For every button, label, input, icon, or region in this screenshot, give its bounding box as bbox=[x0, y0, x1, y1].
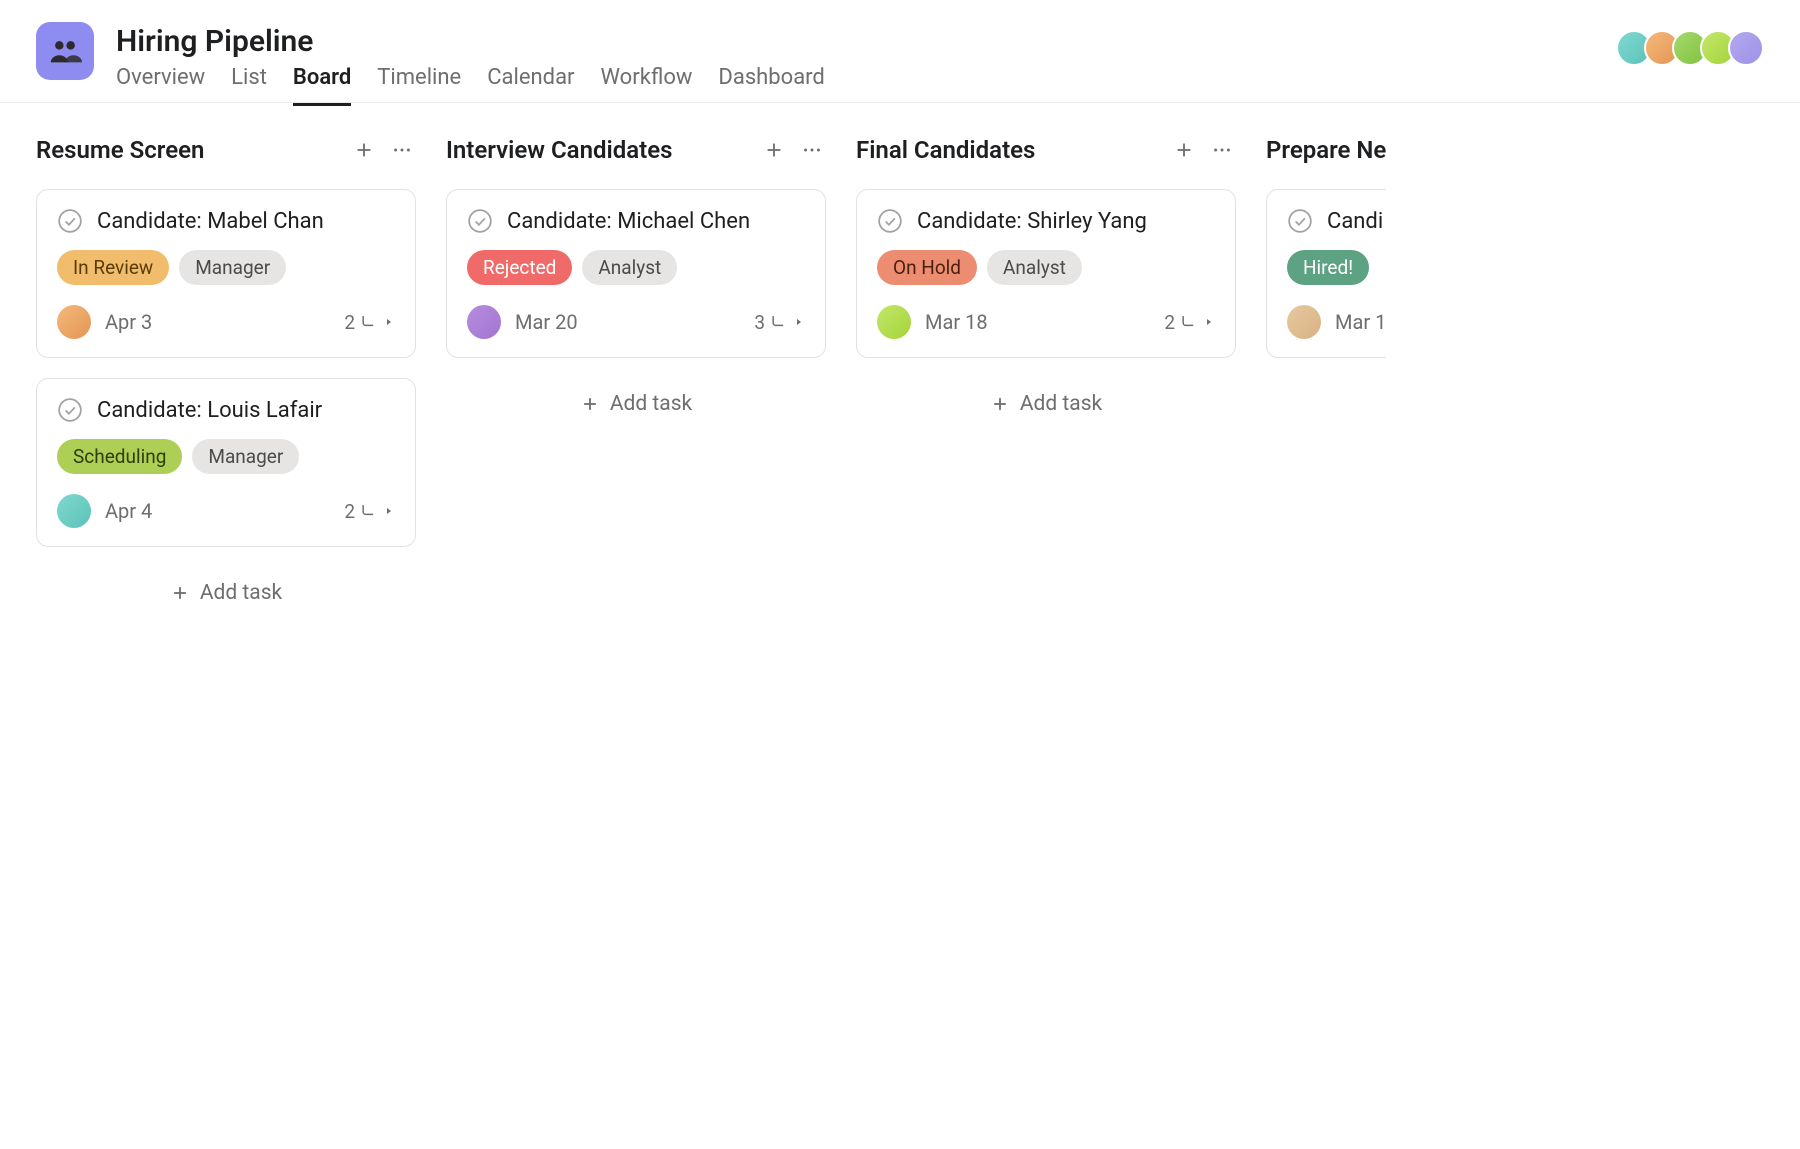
card-footer: Apr 4 2 bbox=[57, 494, 395, 528]
card-title: Candi bbox=[1327, 209, 1383, 234]
header-main: Hiring Pipeline Overview List Board Time… bbox=[116, 22, 825, 106]
assignee-avatar[interactable] bbox=[1287, 305, 1321, 339]
task-card[interactable]: Candidate: Shirley Yang On Hold Analyst … bbox=[856, 189, 1236, 358]
role-tag[interactable]: Manager bbox=[179, 250, 286, 285]
due-date: Mar 1 bbox=[1335, 310, 1386, 334]
subtask-count: 2 bbox=[1164, 311, 1175, 334]
subtask-count: 3 bbox=[754, 311, 765, 334]
add-task-label: Add task bbox=[1020, 392, 1102, 416]
card-tags: In Review Manager bbox=[57, 250, 395, 285]
task-card[interactable]: Candi Hired! Mar 1 bbox=[1266, 189, 1386, 358]
card-title-row: Candidate: Mabel Chan bbox=[57, 208, 395, 234]
tab-list[interactable]: List bbox=[231, 65, 267, 106]
add-task-button[interactable]: Add task bbox=[856, 378, 1236, 430]
card-title-row: Candi bbox=[1287, 208, 1386, 234]
column-more-icon[interactable] bbox=[388, 136, 416, 164]
add-task-label: Add task bbox=[200, 581, 282, 605]
add-card-icon[interactable] bbox=[760, 136, 788, 164]
tabs: Overview List Board Timeline Calendar Wo… bbox=[116, 65, 825, 106]
members-avatar-row[interactable] bbox=[1624, 30, 1764, 66]
card-tags: Hired! bbox=[1287, 250, 1386, 285]
add-task-button[interactable]: Add task bbox=[36, 567, 416, 619]
card-footer: Mar 20 3 bbox=[467, 305, 805, 339]
tab-overview[interactable]: Overview bbox=[116, 65, 205, 106]
due-date: Apr 4 bbox=[105, 499, 344, 523]
column-more-icon[interactable] bbox=[798, 136, 826, 164]
subtask-indicator[interactable]: 2 bbox=[344, 500, 395, 523]
column-header: Interview Candidates bbox=[446, 133, 826, 167]
role-tag[interactable]: Analyst bbox=[582, 250, 677, 285]
tab-dashboard[interactable]: Dashboard bbox=[718, 65, 824, 106]
assignee-avatar[interactable] bbox=[57, 494, 91, 528]
column-resume-screen: Resume Screen Candidate: Mabel Chan In R… bbox=[36, 133, 416, 1119]
role-tag[interactable]: Manager bbox=[192, 439, 299, 474]
subtask-count: 2 bbox=[344, 500, 355, 523]
due-date: Mar 18 bbox=[925, 310, 1164, 334]
status-tag[interactable]: Scheduling bbox=[57, 439, 182, 474]
column-header: Final Candidates bbox=[856, 133, 1236, 167]
card-title-row: Candidate: Shirley Yang bbox=[877, 208, 1215, 234]
task-card[interactable]: Candidate: Louis Lafair Scheduling Manag… bbox=[36, 378, 416, 547]
subtask-count: 2 bbox=[344, 311, 355, 334]
card-title: Candidate: Mabel Chan bbox=[97, 209, 324, 234]
card-title-row: Candidate: Louis Lafair bbox=[57, 397, 395, 423]
status-tag[interactable]: Hired! bbox=[1287, 250, 1369, 285]
tab-board[interactable]: Board bbox=[293, 65, 351, 106]
tab-calendar[interactable]: Calendar bbox=[487, 65, 574, 106]
complete-check-icon[interactable] bbox=[57, 397, 83, 423]
card-title: Candidate: Shirley Yang bbox=[917, 209, 1147, 234]
column-prepare-next: Prepare Ne Candi Hired! Mar 1 bbox=[1266, 133, 1386, 1119]
column-interview-candidates: Interview Candidates Candidate: Michael … bbox=[446, 133, 826, 1119]
complete-check-icon[interactable] bbox=[57, 208, 83, 234]
column-title: Resume Screen bbox=[36, 136, 340, 164]
add-card-icon[interactable] bbox=[1170, 136, 1198, 164]
assignee-avatar[interactable] bbox=[57, 305, 91, 339]
add-task-button[interactable]: Add task bbox=[446, 378, 826, 430]
status-tag[interactable]: Rejected bbox=[467, 250, 572, 285]
project-header: Hiring Pipeline Overview List Board Time… bbox=[0, 0, 1800, 103]
subtask-indicator[interactable]: 3 bbox=[754, 311, 805, 334]
assignee-avatar[interactable] bbox=[877, 305, 911, 339]
card-footer: Mar 1 bbox=[1287, 305, 1386, 339]
column-title: Final Candidates bbox=[856, 136, 1160, 164]
card-title-row: Candidate: Michael Chen bbox=[467, 208, 805, 234]
complete-check-icon[interactable] bbox=[1287, 208, 1313, 234]
assignee-avatar[interactable] bbox=[467, 305, 501, 339]
card-tags: On Hold Analyst bbox=[877, 250, 1215, 285]
complete-check-icon[interactable] bbox=[467, 208, 493, 234]
avatar[interactable] bbox=[1728, 30, 1764, 66]
project-icon bbox=[36, 22, 94, 80]
status-tag[interactable]: In Review bbox=[57, 250, 169, 285]
card-title: Candidate: Louis Lafair bbox=[97, 398, 322, 423]
column-header: Resume Screen bbox=[36, 133, 416, 167]
task-card[interactable]: Candidate: Michael Chen Rejected Analyst… bbox=[446, 189, 826, 358]
due-date: Mar 20 bbox=[515, 310, 754, 334]
role-tag[interactable]: Analyst bbox=[987, 250, 1082, 285]
card-title: Candidate: Michael Chen bbox=[507, 209, 750, 234]
card-tags: Scheduling Manager bbox=[57, 439, 395, 474]
column-title: Prepare Ne bbox=[1266, 136, 1386, 164]
subtask-indicator[interactable]: 2 bbox=[1164, 311, 1215, 334]
tab-workflow[interactable]: Workflow bbox=[601, 65, 693, 106]
complete-check-icon[interactable] bbox=[877, 208, 903, 234]
card-tags: Rejected Analyst bbox=[467, 250, 805, 285]
column-header: Prepare Ne bbox=[1266, 133, 1386, 167]
due-date: Apr 3 bbox=[105, 310, 344, 334]
column-more-icon[interactable] bbox=[1208, 136, 1236, 164]
project-title: Hiring Pipeline bbox=[116, 24, 825, 59]
subtask-indicator[interactable]: 2 bbox=[344, 311, 395, 334]
column-final-candidates: Final Candidates Candidate: Shirley Yang… bbox=[856, 133, 1236, 1119]
tab-timeline[interactable]: Timeline bbox=[377, 65, 461, 106]
status-tag[interactable]: On Hold bbox=[877, 250, 977, 285]
add-task-label: Add task bbox=[610, 392, 692, 416]
column-title: Interview Candidates bbox=[446, 136, 750, 164]
card-footer: Mar 18 2 bbox=[877, 305, 1215, 339]
card-footer: Apr 3 2 bbox=[57, 305, 395, 339]
task-card[interactable]: Candidate: Mabel Chan In Review Manager … bbox=[36, 189, 416, 358]
add-card-icon[interactable] bbox=[350, 136, 378, 164]
board: Resume Screen Candidate: Mabel Chan In R… bbox=[0, 103, 1800, 1149]
